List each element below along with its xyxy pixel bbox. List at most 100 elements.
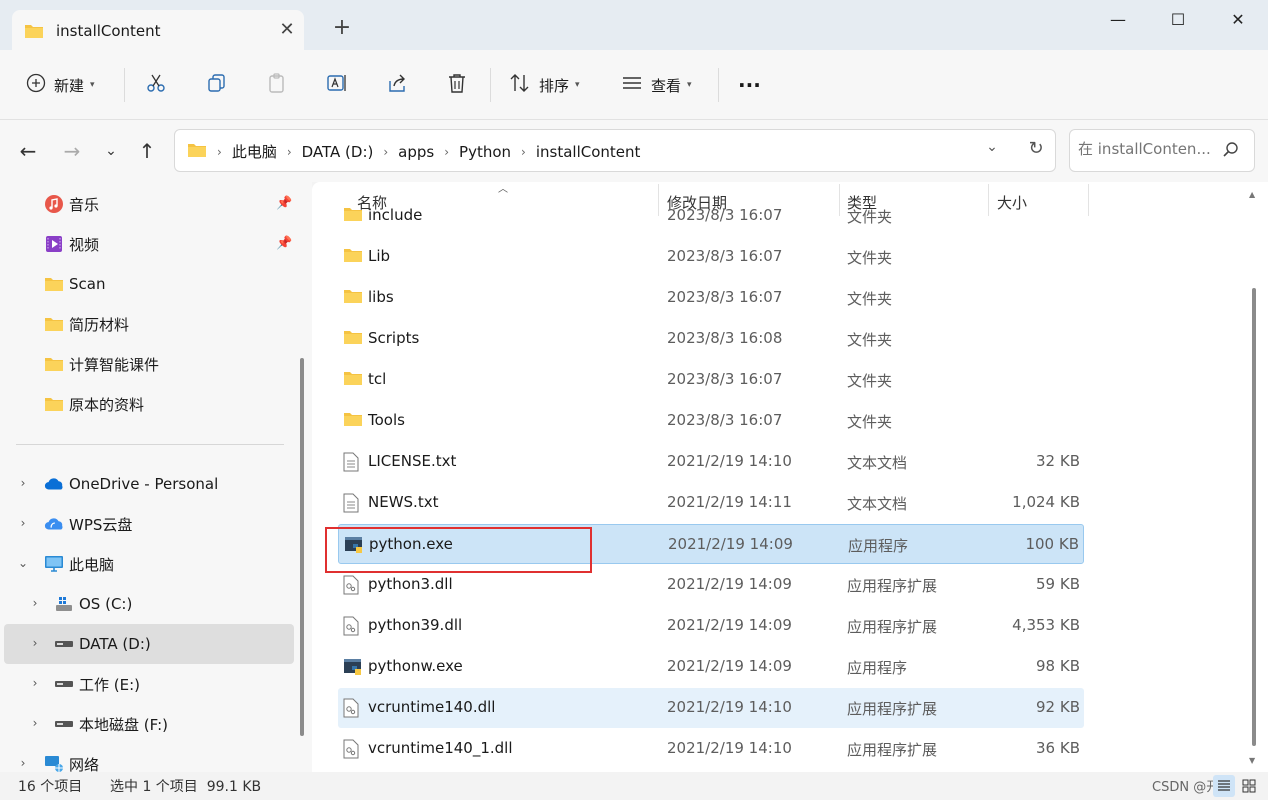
paste-button[interactable]: [266, 70, 288, 100]
sidebar-item-wps-cloud[interactable]: WPS云盘: [44, 504, 132, 544]
share-button[interactable]: [386, 70, 408, 100]
file-list-scrollbar[interactable]: [1252, 288, 1256, 746]
search-icon[interactable]: [1222, 141, 1240, 163]
scroll-down-arrow-icon[interactable]: ▼: [1249, 756, 1255, 765]
crumb-data-drive[interactable]: DATA (D:): [302, 143, 374, 161]
folder-icon: [343, 247, 363, 267]
up-arrow-icon[interactable]: ↑: [134, 138, 160, 164]
sidebar-item-data-drive[interactable]: DATA (D:): [54, 624, 151, 664]
sidebar-item-label: 计算智能课件: [69, 355, 160, 374]
sidebar-item-onedrive[interactable]: OneDrive - Personal: [44, 464, 218, 504]
forward-arrow-icon[interactable]: →: [59, 138, 85, 164]
sidebar-item-original-materials[interactable]: 原本的资料: [44, 384, 144, 424]
sidebar-item-this-pc[interactable]: 此电脑: [44, 544, 114, 584]
chevron-right-icon[interactable]: ›: [16, 516, 30, 530]
breadcrumb: › 此电脑 › DATA (D:) › apps › Python › inst…: [187, 141, 640, 162]
sidebar-item-network[interactable]: 网络: [44, 744, 99, 772]
sidebar-item-scan[interactable]: Scan: [44, 264, 105, 304]
table-row[interactable]: vcruntime140_1.dll 2021/2/19 14:10 应用程序扩展 3…: [338, 729, 1084, 769]
recent-locations-chevron-icon[interactable]: ⌄: [98, 138, 124, 164]
file-size: 59 KB: [1036, 575, 1080, 593]
file-date: 2021/2/19 14:10: [667, 739, 792, 757]
network-icon: [44, 754, 64, 772]
folder-icon: [343, 288, 363, 308]
file-date: 2023/8/3 16:07: [667, 411, 783, 429]
refresh-icon[interactable]: ↻: [1025, 138, 1047, 160]
sidebar-item-work-drive[interactable]: 工作 (E:): [54, 664, 140, 704]
back-arrow-icon[interactable]: ←: [15, 138, 41, 164]
annotation-highlight-box: [325, 527, 592, 573]
maximize-button[interactable]: ☐: [1148, 0, 1208, 40]
crumb-python[interactable]: Python: [459, 143, 511, 161]
address-bar[interactable]: › 此电脑 › DATA (D:) › apps › Python › inst…: [174, 129, 1056, 172]
search-input[interactable]: [1078, 140, 1218, 158]
new-button[interactable]: 新建 ▾: [26, 70, 95, 100]
chevron-right-icon[interactable]: ›: [28, 636, 42, 650]
table-row[interactable]: Lib 2023/8/3 16:07 文件夹: [338, 237, 1084, 277]
delete-button[interactable]: [446, 70, 468, 100]
table-row[interactable]: libs 2023/8/3 16:07 文件夹: [338, 278, 1084, 318]
table-row[interactable]: LICENSE.txt 2021/2/19 14:10 文本文档 32 KB: [338, 442, 1084, 482]
chevron-down-icon[interactable]: ⌄: [16, 556, 30, 570]
chevron-right-icon[interactable]: ›: [28, 716, 42, 730]
sidebar-item-video[interactable]: 视频: [44, 224, 99, 264]
file-name: python3.dll: [368, 575, 453, 593]
file-date: 2021/2/19 14:11: [667, 493, 792, 511]
table-row[interactable]: python39.dll 2021/2/19 14:09 应用程序扩展 4,353 K…: [338, 606, 1084, 646]
folder-icon: [187, 142, 207, 162]
drive-icon: [54, 674, 74, 694]
dll-file-icon: [343, 698, 363, 718]
minimize-button[interactable]: —: [1088, 0, 1148, 40]
text-file-icon: [343, 493, 363, 513]
title-bar: installContent ✕ + — ☐ ✕: [0, 0, 1268, 50]
table-row[interactable]: Tools 2023/8/3 16:07 文件夹: [338, 401, 1084, 441]
table-row[interactable]: Scripts 2023/8/3 16:08 文件夹: [338, 319, 1084, 359]
more-options-button[interactable]: ···: [738, 70, 761, 100]
tiles-view-icon[interactable]: [1238, 775, 1260, 797]
close-window-button[interactable]: ✕: [1208, 0, 1268, 40]
chevron-down-icon: ▾: [575, 80, 580, 90]
file-type: 文本文档: [847, 495, 908, 513]
close-tab-icon[interactable]: ✕: [276, 19, 298, 41]
sort-button[interactable]: 排序 ▾: [509, 70, 580, 100]
address-dropdown-icon[interactable]: ⌄: [981, 139, 1003, 161]
tab-installcontent[interactable]: installContent ✕: [12, 10, 304, 50]
chevron-right-icon[interactable]: ›: [16, 756, 30, 770]
sidebar-item-local-disk[interactable]: 本地磁盘 (F:): [54, 704, 168, 744]
pin-icon[interactable]: 📌: [276, 196, 292, 211]
sidebar-item-music[interactable]: 音乐: [44, 184, 99, 224]
rename-button[interactable]: [326, 70, 348, 100]
divider: [16, 444, 284, 445]
chevron-right-icon[interactable]: ›: [28, 676, 42, 690]
drive-icon: [54, 634, 74, 654]
copy-button[interactable]: [206, 70, 228, 100]
new-tab-button[interactable]: +: [331, 17, 353, 39]
rename-icon: [326, 72, 348, 98]
file-name: vcruntime140_1.dll: [368, 739, 513, 757]
sidebar-item-os-drive[interactable]: OS (C:): [54, 584, 132, 624]
navigation-row: ← → ⌄ ↑ › 此电脑 › DATA (D:) › apps › Pytho…: [0, 120, 1268, 182]
table-row[interactable]: NEWS.txt 2021/2/19 14:11 文本文档 1,024 KB: [338, 483, 1084, 523]
sidebar-item-label: 此电脑: [69, 555, 115, 574]
table-row[interactable]: pythonw.exe 2021/2/19 14:09 应用程序 98 KB: [338, 647, 1084, 687]
sidebar-item-courseware[interactable]: 计算智能课件: [44, 344, 159, 384]
file-date: 2023/8/3 16:07: [667, 247, 783, 265]
pin-icon[interactable]: 📌: [276, 236, 292, 251]
table-row[interactable]: include 2023/8/3 16:07 文件夹: [338, 196, 1084, 236]
table-row[interactable]: tcl 2023/8/3 16:07 文件夹: [338, 360, 1084, 400]
sidebar-scrollbar[interactable]: [300, 358, 304, 736]
scroll-up-arrow-icon[interactable]: ▲: [1249, 190, 1255, 199]
crumb-apps[interactable]: apps: [398, 143, 434, 161]
crumb-this-pc[interactable]: 此电脑: [232, 141, 277, 162]
search-box[interactable]: [1069, 129, 1255, 172]
item-count: 16 个项目: [18, 779, 83, 795]
sidebar-item-resume[interactable]: 简历材料: [44, 304, 129, 344]
table-row[interactable]: vcruntime140.dll 2021/2/19 14:10 应用程序扩展 92 …: [338, 688, 1084, 728]
details-view-icon[interactable]: [1213, 775, 1235, 797]
crumb-installcontent[interactable]: installContent: [536, 143, 641, 161]
chevron-right-icon[interactable]: ›: [16, 476, 30, 490]
chevron-right-icon[interactable]: ›: [28, 596, 42, 610]
view-button[interactable]: 查看 ▾: [621, 70, 692, 100]
cut-button[interactable]: [145, 70, 167, 100]
file-name: vcruntime140.dll: [368, 698, 496, 716]
